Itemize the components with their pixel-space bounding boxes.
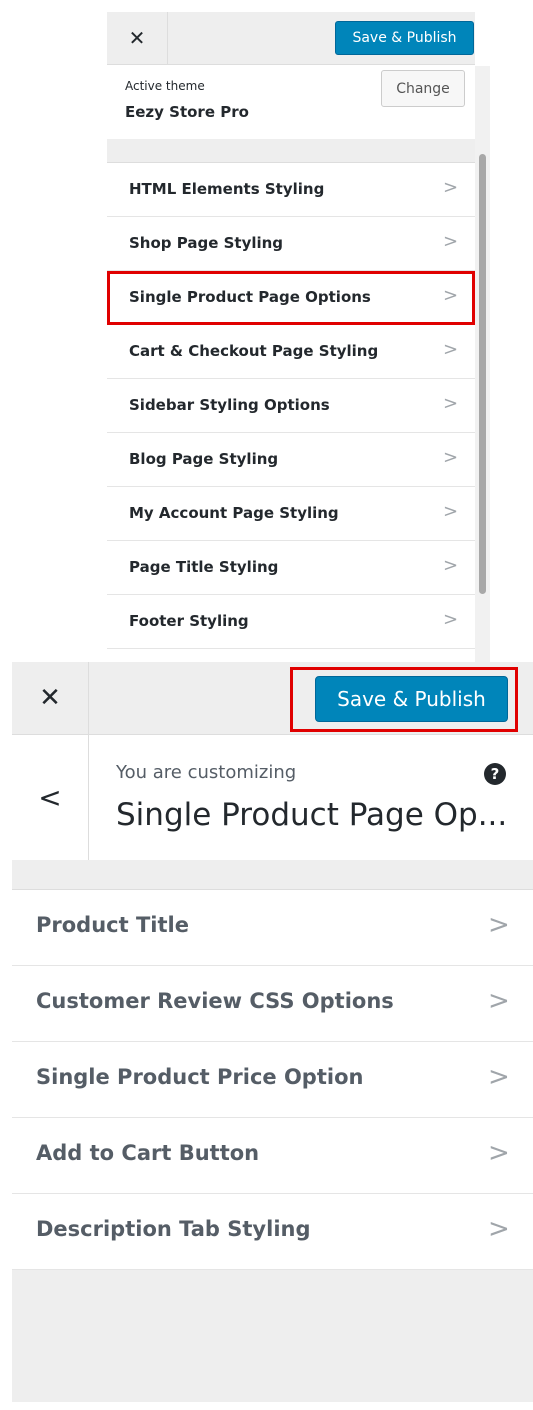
panel-item-label: Footer Styling [129,612,249,630]
customizer-panel-top: ✕ Save & Publish Active theme Eezy Store… [107,12,490,662]
chevron-right-icon: > [443,447,459,468]
chevron-right-icon: > [488,1214,510,1244]
chevron-right-icon: > [488,1138,510,1168]
panel-item-single-product-page-options[interactable]: Single Product Page Options > [107,271,475,325]
chevron-right-icon: > [488,910,510,940]
panel-item-html-elements-styling[interactable]: HTML Elements Styling > [107,163,475,217]
control-item-label: Add to Cart Button [36,1141,260,1165]
close-icon[interactable]: ✕ [107,12,168,64]
control-item-description-tab-styling[interactable]: Description Tab Styling > [12,1194,533,1270]
section-divider [107,139,475,163]
chevron-right-icon: > [443,501,459,522]
control-item-add-to-cart-button[interactable]: Add to Cart Button > [12,1118,533,1194]
control-item-single-product-price-option[interactable]: Single Product Price Option > [12,1042,533,1118]
panel-list: HTML Elements Styling > Shop Page Stylin… [107,163,475,649]
panel-item-footer-styling[interactable]: Footer Styling > [107,595,475,649]
save-publish-button[interactable]: Save & Publish [335,21,474,55]
change-theme-button[interactable]: Change [381,70,465,107]
control-item-customer-review-css-options[interactable]: Customer Review CSS Options > [12,966,533,1042]
chevron-right-icon: > [443,393,459,414]
save-publish-button[interactable]: Save & Publish [315,676,508,722]
customizer-header: ✕ Save & Publish [12,662,533,735]
section-divider [12,860,533,890]
chevron-right-icon: > [488,986,510,1016]
panel-item-sidebar-styling-options[interactable]: Sidebar Styling Options > [107,379,475,433]
panel-item-label: Sidebar Styling Options [129,396,330,414]
customizer-header: ✕ Save & Publish [107,12,475,65]
chevron-right-icon: > [443,285,459,306]
panel-item-my-account-page-styling[interactable]: My Account Page Styling > [107,487,475,541]
panel-item-label: HTML Elements Styling [129,180,325,198]
chevron-left-icon[interactable]: < [12,735,89,860]
control-item-label: Customer Review CSS Options [36,989,394,1013]
active-theme-section: Active theme Eezy Store Pro Change [107,65,475,139]
help-icon[interactable]: ? [484,763,506,785]
panel-item-page-title-styling[interactable]: Page Title Styling > [107,541,475,595]
panel-item-label: Page Title Styling [129,558,279,576]
panel-item-label: Shop Page Styling [129,234,284,252]
control-item-label: Product Title [36,913,189,937]
panel-item-label: My Account Page Styling [129,504,339,522]
control-item-label: Single Product Price Option [36,1065,364,1089]
panel-item-cart-checkout-page-styling[interactable]: Cart & Checkout Page Styling > [107,325,475,379]
customizing-label: You are customizing [116,762,297,783]
control-item-product-title[interactable]: Product Title > [12,890,533,966]
active-theme-label: Active theme [125,79,205,93]
close-icon[interactable]: ✕ [12,662,89,734]
chevron-right-icon: > [443,609,459,630]
chevron-right-icon: > [443,339,459,360]
customizer-panel-bottom: ✕ Save & Publish < You are customizing S… [12,662,533,1402]
section-info: < You are customizing Single Product Pag… [12,735,533,860]
theme-name: Eezy Store Pro [125,103,249,121]
section-title: Single Product Page Op... [116,797,508,833]
chevron-right-icon: > [443,177,459,198]
control-list: Product Title > Customer Review CSS Opti… [12,890,533,1270]
panel-item-blog-page-styling[interactable]: Blog Page Styling > [107,433,475,487]
control-item-label: Description Tab Styling [36,1217,311,1241]
panel-item-label: Cart & Checkout Page Styling [129,342,379,360]
chevron-right-icon: > [443,555,459,576]
chevron-right-icon: > [443,231,459,252]
panel-item-label: Blog Page Styling [129,450,279,468]
panel-item-shop-page-styling[interactable]: Shop Page Styling > [107,217,475,271]
panel-item-label: Single Product Page Options [129,288,371,306]
chevron-right-icon: > [488,1062,510,1092]
scrollbar-thumb[interactable] [479,154,486,594]
